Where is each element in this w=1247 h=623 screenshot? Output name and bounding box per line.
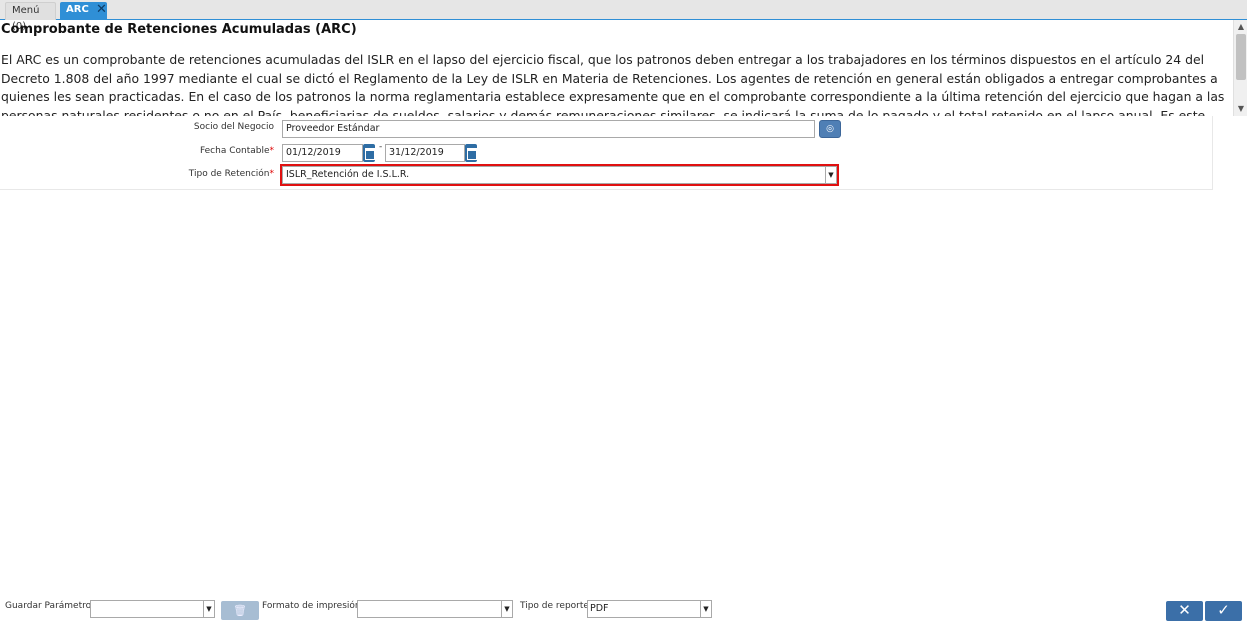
search-icon[interactable]: ◎ (819, 120, 841, 138)
tipo-reporte-label: Tipo de reporte (520, 601, 589, 611)
calendar-from-icon[interactable] (363, 144, 375, 162)
formato-impresion-select[interactable]: ▼ (357, 600, 513, 618)
fecha-from-field[interactable]: 01/12/2019 (282, 144, 363, 162)
scroll-up-icon[interactable]: ▲ (1236, 22, 1246, 32)
parameters-panel: Socio del Negocio Proveedor Estándar ◎ F… (0, 116, 1213, 190)
guardar-parametro-label: Guardar Parámetro (5, 601, 92, 611)
calendar-to-icon[interactable] (465, 144, 477, 162)
cancel-button[interactable]: ✕ (1166, 601, 1203, 621)
chevron-down-icon[interactable]: ▼ (700, 601, 711, 617)
scrollbar-thumb[interactable] (1236, 34, 1246, 80)
highlight-box (280, 164, 839, 186)
tab-arc[interactable]: ARC ✕ (60, 2, 107, 20)
trash-icon: 🗑 (233, 604, 247, 617)
tab-arc-label: ARC (66, 4, 89, 15)
description-text: El ARC es un comprobante de retenciones … (1, 52, 1225, 116)
tipo-reporte-select[interactable]: PDF ▼ (587, 600, 712, 618)
page-title: Comprobante de Retenciones Acumuladas (A… (1, 22, 357, 37)
socio-label: Socio del Negocio (193, 122, 274, 132)
scroll-down-icon[interactable]: ▼ (1236, 104, 1246, 114)
tab-bar: Menú (0) ARC ✕ (0, 0, 1247, 32)
close-icon: ✕ (1178, 601, 1191, 619)
fecha-label: Fecha Contable* (199, 146, 274, 156)
close-icon[interactable]: ✕ (96, 3, 107, 17)
tipo-reporte-value: PDF (590, 603, 609, 614)
tipo-retencion-label: Tipo de Retención* (188, 169, 274, 179)
fecha-to-field[interactable]: 31/12/2019 (385, 144, 465, 162)
description-scrollbar[interactable]: ▲ ▼ (1233, 20, 1247, 116)
footer-bar: Guardar Parámetro ▼ 🗑 Formato de impresi… (0, 595, 1247, 623)
date-separator: - (379, 142, 383, 152)
socio-field[interactable]: Proveedor Estándar (282, 120, 815, 138)
chevron-down-icon[interactable]: ▼ (501, 601, 512, 617)
tab-menu[interactable]: Menú (0) (5, 2, 56, 32)
guardar-parametro-select[interactable]: ▼ (90, 600, 215, 618)
ok-button[interactable]: ✓ (1205, 601, 1242, 621)
check-icon: ✓ (1217, 601, 1230, 619)
chevron-down-icon[interactable]: ▼ (203, 601, 214, 617)
delete-button[interactable]: 🗑 (221, 601, 259, 620)
description-panel: Comprobante de Retenciones Acumuladas (A… (0, 20, 1247, 116)
formato-impresion-label: Formato de impresión (262, 601, 361, 611)
